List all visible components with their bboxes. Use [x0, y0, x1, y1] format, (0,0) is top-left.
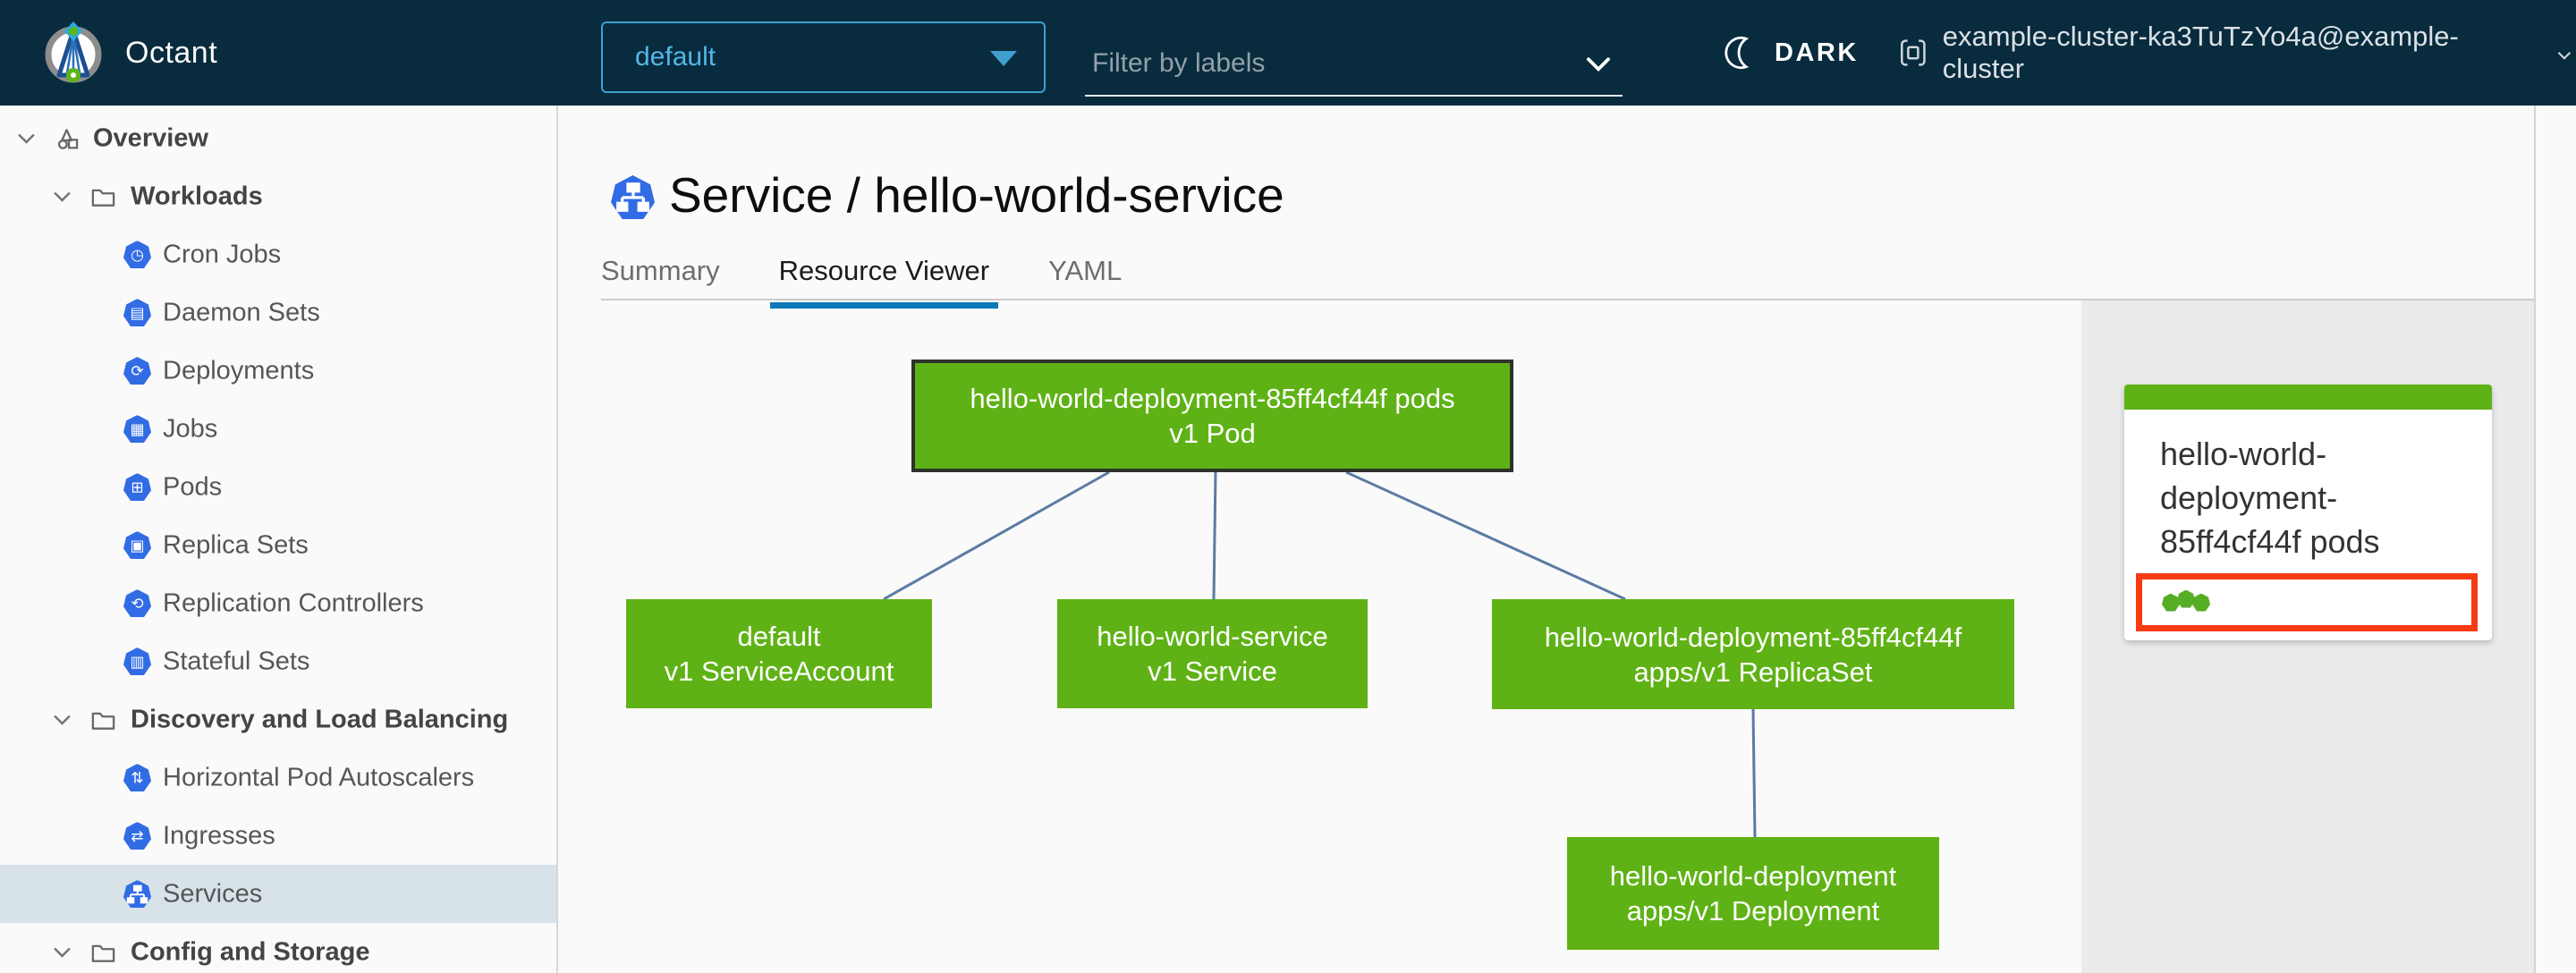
graph-node-deployment[interactable]: hello-world-deployment apps/v1 Deployment — [1567, 837, 1939, 950]
sidebar-item-label: Deployments — [163, 356, 315, 385]
pod-status-dot[interactable] — [2192, 593, 2210, 612]
tab-yaml[interactable]: YAML — [1039, 251, 1131, 309]
replicaset-icon: ▣ — [123, 531, 151, 559]
graph-node-label: hello-world-deployment-85ff4cf44f pods — [970, 383, 1455, 414]
folder-icon — [89, 938, 117, 966]
sidebar-item-overview[interactable]: Overview — [0, 109, 556, 167]
graph-node-label: hello-world-service — [1097, 621, 1328, 652]
card-title: hello-world-deployment-85ff4cf44f pods — [2160, 436, 2380, 560]
graph-node-label: apps/v1 Deployment — [1626, 895, 1880, 926]
resource-tabs: Summary Resource Viewer YAML — [592, 251, 1131, 309]
sidebar-item-replica-sets[interactable]: ▣ Replica Sets — [0, 516, 556, 574]
sidebar-item-label: Horizontal Pod Autoscalers — [163, 763, 475, 791]
pod-status-highlight-box[interactable] — [2136, 573, 2478, 631]
moon-icon — [1724, 36, 1750, 70]
graph-node-label: apps/v1 ReplicaSet — [1633, 656, 1873, 688]
dropdown-caret-icon — [990, 51, 1017, 66]
hpa-icon: ⇅ — [123, 764, 151, 791]
graph-node-label: v1 Pod — [1169, 418, 1256, 449]
tab-resource-viewer[interactable]: Resource Viewer — [769, 251, 999, 309]
graph-node-label: v1 Service — [1148, 656, 1277, 687]
sidebar-item-label: Workloads — [131, 182, 263, 210]
detail-panel: hello-world-deployment-85ff4cf44f pods — [2081, 300, 2534, 973]
replicationcontroller-icon: ⟲ — [123, 589, 151, 617]
graph-node-label: hello-world-deployment — [1609, 860, 1897, 892]
sidebar-item-jobs[interactable]: ▦ Jobs — [0, 400, 556, 458]
sidebar-item-label: Replication Controllers — [163, 588, 424, 617]
sidebar-item-label: Pods — [163, 472, 223, 501]
sidebar-item-config-and-storage[interactable]: Config and Storage — [0, 923, 556, 973]
graph-node-replicaset[interactable]: hello-world-deployment-85ff4cf44f apps/v1… — [1492, 599, 2014, 709]
cronjob-icon: ◷ — [123, 241, 151, 268]
pod-icon: ⊞ — [123, 473, 151, 501]
sidebar-item-label: Overview — [93, 123, 208, 152]
dark-theme-toggle[interactable]: DARK — [1724, 0, 1859, 106]
app-name: Octant — [125, 36, 218, 70]
sidebar-item-label: Config and Storage — [131, 937, 370, 966]
cluster-context-selector[interactable]: example-cluster-ka3TuTzYo4a@example-clus… — [1896, 0, 2576, 106]
job-icon: ▦ — [123, 415, 151, 443]
folder-icon — [89, 182, 117, 210]
service-kind-icon — [611, 175, 655, 219]
sidebar-item-label: Services — [163, 879, 263, 908]
sidebar-item-label: Jobs — [163, 414, 218, 443]
pod-status-dot[interactable] — [2177, 589, 2195, 608]
graph-node-pod[interactable]: hello-world-deployment-85ff4cf44f pods v1… — [911, 360, 1513, 472]
graph-node-label: hello-world-deployment-85ff4cf44f — [1544, 621, 1962, 653]
context-chevron-down-icon — [2557, 52, 2572, 60]
cluster-context-label: example-cluster-ka3TuTzYo4a@example-clus… — [1942, 21, 2459, 84]
sidebar-item-workloads[interactable]: Workloads — [0, 167, 556, 225]
label-filter — [1085, 32, 1623, 97]
octant-app: Octant default DARK example-cluster-ka3T… — [0, 0, 2576, 973]
selected-resource-card: hello-world-deployment-85ff4cf44f pods — [2124, 385, 2492, 640]
sidebar-item-label: Cron Jobs — [163, 240, 282, 268]
graph-node-service[interactable]: hello-world-service v1 Service — [1057, 599, 1368, 708]
sidebar-item-label: Replica Sets — [163, 530, 309, 559]
sidebar-item-daemon-sets[interactable]: ▤ Daemon Sets — [0, 283, 556, 342]
expand-chevron-icon[interactable] — [14, 126, 38, 150]
sidebar-item-horizontal-pod-autoscalers[interactable]: ⇅ Horizontal Pod Autoscalers — [0, 749, 556, 807]
sidebar-item-discovery-and-load-balancing[interactable]: Discovery and Load Balancing — [0, 690, 556, 749]
page-title: Service / hello-world-service — [669, 167, 1284, 223]
navigation-sidebar: Overview Workloads ◷ Cron Jobs ▤ Daemon Sets ⟳… — [0, 106, 558, 973]
sidebar-item-label: Discovery and Load Balancing — [131, 705, 509, 733]
expand-chevron-icon[interactable] — [50, 940, 74, 964]
resource-viewer-graph: hello-world-deployment-85ff4cf44f pods v1… — [558, 300, 2081, 973]
label-filter-input[interactable] — [1092, 48, 1557, 79]
tab-summary[interactable]: Summary — [592, 251, 729, 309]
ingress-icon: ⇄ — [123, 822, 151, 850]
cluster-icon — [1901, 39, 1926, 66]
octant-logo-icon — [45, 21, 102, 83]
folder-icon — [89, 706, 117, 733]
sidebar-item-pods[interactable]: ⊞ Pods — [0, 458, 556, 516]
graph-node-label: v1 ServiceAccount — [664, 656, 894, 687]
card-status-bar — [2124, 385, 2492, 410]
deployment-icon: ⟳ — [123, 357, 151, 385]
sidebar-item-label: Ingresses — [163, 821, 275, 850]
sidebar-item-replication-controllers[interactable]: ⟲ Replication Controllers — [0, 574, 556, 632]
graph-node-serviceaccount[interactable]: default v1 ServiceAccount — [626, 599, 932, 708]
dark-theme-label: DARK — [1775, 38, 1859, 67]
sidebar-item-services[interactable]: Services — [0, 865, 556, 923]
pod-status-dot[interactable] — [2162, 593, 2180, 612]
service-icon — [123, 880, 151, 908]
sidebar-item-label: Stateful Sets — [163, 647, 310, 675]
vertical-scrollbar[interactable] — [2534, 106, 2576, 973]
statefulset-icon: ▥ — [123, 647, 151, 675]
sidebar-item-label: Daemon Sets — [163, 298, 320, 326]
objects-icon — [54, 124, 81, 152]
sidebar-item-stateful-sets[interactable]: ▥ Stateful Sets — [0, 632, 556, 690]
expand-chevron-icon[interactable] — [50, 707, 74, 732]
sidebar-item-deployments[interactable]: ⟳ Deployments — [0, 342, 556, 400]
namespace-dropdown[interactable]: default — [601, 21, 1046, 93]
daemonset-icon: ▤ — [123, 299, 151, 326]
filter-chevron-down-icon[interactable] — [1581, 47, 1615, 80]
sidebar-item-cron-jobs[interactable]: ◷ Cron Jobs — [0, 225, 556, 283]
graph-node-label: default — [737, 621, 821, 652]
namespace-dropdown-value: default — [635, 42, 716, 72]
sidebar-item-ingresses[interactable]: ⇄ Ingresses — [0, 807, 556, 865]
expand-chevron-icon[interactable] — [50, 184, 74, 208]
top-header-bar: Octant default DARK example-cluster-ka3T… — [0, 0, 2576, 106]
